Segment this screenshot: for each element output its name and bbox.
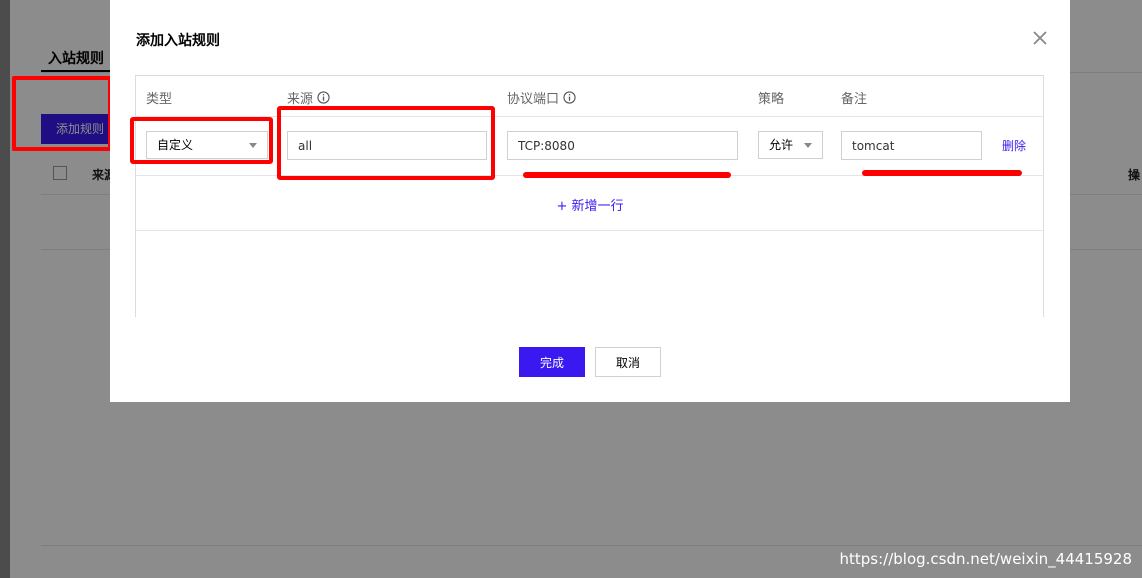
annotation-box-add-rule xyxy=(12,76,112,151)
annotation-box-source xyxy=(277,106,495,180)
done-button[interactable]: 完成 xyxy=(519,347,585,377)
policy-select-value: 允许 xyxy=(769,138,794,152)
header-remark: 备注 xyxy=(841,88,867,107)
annotation-underline-remark xyxy=(862,170,1022,176)
add-row-container: + 新增一行 xyxy=(110,195,1070,214)
row-divider xyxy=(136,230,1044,231)
remark-input[interactable] xyxy=(841,131,982,160)
header-protocol-port: 协议端口 xyxy=(507,88,576,107)
header-policy: 策略 xyxy=(758,88,784,107)
header-source: 来源 xyxy=(287,88,330,107)
close-icon[interactable] xyxy=(1032,30,1048,46)
protocol-port-input[interactable] xyxy=(507,131,738,160)
header-source-label: 来源 xyxy=(287,92,314,107)
add-inbound-rule-dialog: 添加入站规则 类型 来源 协议端口 策略 备注 自定义 允许 xyxy=(110,0,1070,402)
header-remark-label: 备注 xyxy=(841,92,868,107)
info-icon[interactable] xyxy=(317,91,330,104)
header-divider xyxy=(136,116,1044,117)
annotation-box-type xyxy=(130,117,273,164)
header-type-label: 类型 xyxy=(146,92,173,107)
cancel-button[interactable]: 取消 xyxy=(595,347,661,377)
dialog-title: 添加入站规则 xyxy=(136,33,220,49)
header-policy-label: 策略 xyxy=(758,92,785,107)
header-protocol-port-label: 协议端口 xyxy=(507,92,560,107)
info-icon[interactable] xyxy=(563,91,576,104)
policy-select[interactable]: 允许 xyxy=(758,131,823,159)
watermark: https://blog.csdn.net/weixin_44415928 xyxy=(839,550,1132,568)
annotation-underline-protocol-port xyxy=(523,172,731,178)
chevron-down-icon xyxy=(804,143,812,148)
header-type: 类型 xyxy=(146,88,172,107)
delete-row-link[interactable]: 删除 xyxy=(1002,137,1026,154)
add-row-link[interactable]: + 新增一行 xyxy=(556,199,623,214)
